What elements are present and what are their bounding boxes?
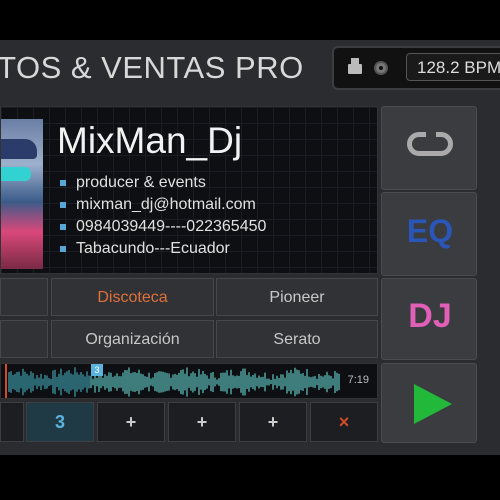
info-text: producer & events	[76, 174, 206, 191]
track-time: 7:19	[347, 374, 369, 386]
bullet-icon	[60, 245, 66, 252]
bullet-icon	[60, 201, 66, 208]
cue-add-button[interactable]: +	[239, 402, 307, 442]
loop-button[interactable]	[381, 106, 477, 190]
info-row: 0984039449----022365450	[60, 216, 266, 238]
cue-add-button[interactable]: +	[168, 402, 236, 442]
play-icon	[414, 384, 452, 424]
tag-organizacion[interactable]: Organización	[51, 320, 214, 358]
eq-button[interactable]: EQ	[381, 192, 477, 276]
bullet-icon	[60, 179, 66, 186]
profile-name: MixMan_Dj	[57, 120, 243, 161]
tag-pioneer[interactable]: Pioneer	[216, 278, 378, 316]
tag-empty[interactable]	[0, 320, 48, 358]
eq-label: EQ	[406, 213, 454, 249]
avatar	[1, 119, 43, 269]
tag-serato[interactable]: Serato	[216, 320, 378, 358]
bpm-display[interactable]: 128.2 BPM	[406, 53, 500, 81]
info-row: mixman_dj@hotmail.com	[60, 194, 266, 216]
info-text: mixman_dj@hotmail.com	[76, 196, 256, 213]
dj-button[interactable]: DJ	[381, 278, 477, 360]
status-bar: 128.2 BPM	[332, 46, 500, 90]
tag-empty[interactable]	[0, 278, 48, 316]
loop-icon	[407, 130, 453, 156]
waveform-graph	[8, 367, 340, 397]
profile-info: producer & events mixman_dj@hotmail.com …	[60, 172, 266, 260]
dj-label: DJ	[408, 297, 452, 335]
bullet-icon	[60, 223, 66, 230]
info-text: Tabacundo---Ecuador	[76, 240, 230, 257]
usb-icon[interactable]	[348, 58, 362, 74]
app-title: ITOS & VENTAS PRO	[0, 50, 304, 85]
cue-button-prev[interactable]	[0, 402, 24, 442]
info-text: 0984039449----022365450	[76, 218, 267, 235]
tag-discoteca[interactable]: Discoteca	[51, 278, 214, 316]
info-row: producer & events	[60, 172, 266, 194]
cue-add-button[interactable]: +	[97, 402, 165, 442]
cue-button-3[interactable]: 3	[26, 402, 94, 442]
playhead[interactable]	[5, 364, 7, 398]
waveform[interactable]: 3 7:19	[0, 363, 378, 399]
cue-marker[interactable]: 3	[91, 364, 103, 376]
play-button[interactable]	[381, 363, 477, 443]
info-row: Tabacundo---Ecuador	[60, 238, 266, 260]
cue-delete-button[interactable]: ×	[310, 402, 378, 442]
disc-icon[interactable]	[374, 61, 388, 75]
